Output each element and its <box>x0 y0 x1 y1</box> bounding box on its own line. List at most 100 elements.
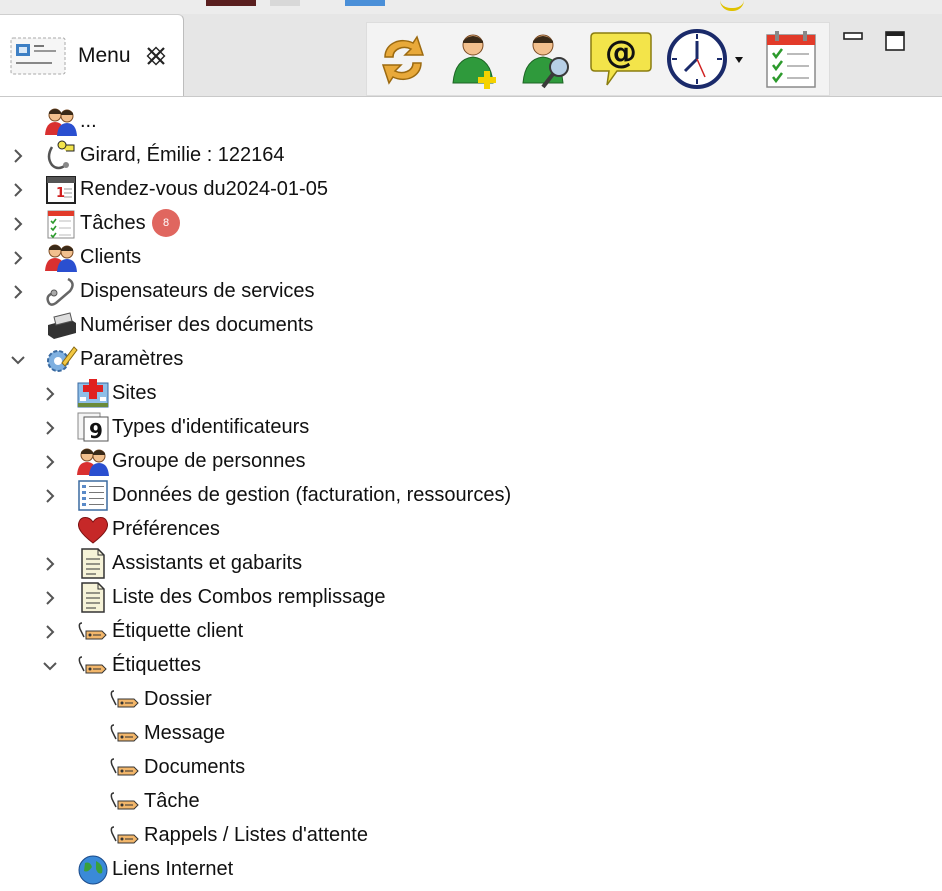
chevron-down-icon[interactable] <box>42 657 58 673</box>
tree-item-label: Étiquettes <box>112 654 201 676</box>
card-icon <box>10 36 66 76</box>
tree-item-r8[interactable]: Sites <box>0 376 942 410</box>
add-user-icon <box>452 34 496 89</box>
tree-item-r18[interactable]: Message <box>0 716 942 750</box>
chevron-down-icon <box>735 57 743 63</box>
tree-item-label: Clients <box>80 246 142 268</box>
tree-item-r0[interactable]: ... <box>0 104 942 138</box>
tree-item-label: Rappels / Listes d'attente <box>144 824 368 846</box>
list-document-icon <box>76 479 110 511</box>
top-fragment <box>206 0 256 6</box>
top-fragment <box>345 0 385 6</box>
tree-item-r11[interactable]: Données de gestion (facturation, ressour… <box>0 478 942 512</box>
stethoscope-key-icon <box>44 139 78 171</box>
add-user-button[interactable] <box>443 27 507 91</box>
chevron-right-icon[interactable] <box>42 555 58 571</box>
top-fragment <box>270 0 300 6</box>
refresh-button[interactable] <box>371 27 435 91</box>
stethoscope-icon <box>44 275 78 307</box>
chevron-right-icon[interactable] <box>42 419 58 435</box>
tree-item-r13[interactable]: Assistants et gabarits <box>0 546 942 580</box>
hospital-icon <box>76 377 110 409</box>
tree-item-r14[interactable]: Liste des Combos remplissage <box>0 580 942 614</box>
tag-icon <box>108 683 142 715</box>
globe-icon <box>76 853 110 885</box>
tree-item-r17[interactable]: Dossier <box>0 682 942 716</box>
chevron-right-icon[interactable] <box>10 215 26 231</box>
search-user-icon <box>522 34 569 89</box>
chevron-right-icon[interactable] <box>42 453 58 469</box>
chevron-down-icon[interactable] <box>10 351 26 367</box>
toolbar: @ <box>366 22 830 96</box>
svg-text:@: @ <box>605 33 637 71</box>
tree-item-label: Tâche <box>144 790 200 812</box>
tree-item-r22[interactable]: Liens Internet <box>0 852 942 886</box>
tree-item-r9[interactable]: 9 Types d'identificateurs <box>0 410 942 444</box>
chevron-right-icon[interactable] <box>10 181 26 197</box>
maximize-icon <box>885 31 905 51</box>
tree-item-label: Dossier <box>144 688 212 710</box>
refresh-icon <box>381 35 425 85</box>
tree-item-r5[interactable]: Dispensateurs de services <box>0 274 942 308</box>
tab-menu[interactable]: Menu <box>0 14 184 96</box>
tree-item-label: Dispensateurs de services <box>80 280 315 302</box>
minimize-icon <box>843 32 863 40</box>
tree-item-label: Étiquette client <box>112 620 244 642</box>
task-calendar-icon <box>766 31 816 88</box>
chevron-right-icon[interactable] <box>42 589 58 605</box>
people-icon <box>44 105 78 137</box>
tag-icon <box>76 615 110 647</box>
svg-text:1: 1 <box>56 186 65 201</box>
tree-item-r16[interactable]: Étiquettes <box>0 648 942 682</box>
heart-icon <box>76 513 110 545</box>
tag-icon <box>108 751 142 783</box>
id-number-icon: 9 <box>76 411 110 443</box>
tree-item-r20[interactable]: Tâche <box>0 784 942 818</box>
tree-item-label: Numériser des documents <box>80 314 314 336</box>
chevron-right-icon[interactable] <box>42 623 58 639</box>
tree-item-label: Documents <box>144 756 246 778</box>
tree-item-r7[interactable]: Paramètres <box>0 342 942 376</box>
tree-item-label: Assistants et gabarits <box>112 552 303 574</box>
svg-text:9: 9 <box>89 419 103 443</box>
at-sign-icon: @ <box>590 32 652 86</box>
tree-item-r10[interactable]: Groupe de personnes <box>0 444 942 478</box>
tree-item-r2[interactable]: 1 Rendez-vous du2024-01-05 <box>0 172 942 206</box>
search-user-button[interactable] <box>515 27 579 91</box>
chevron-right-icon[interactable] <box>10 147 26 163</box>
people-icon <box>44 241 78 273</box>
tree-item-r19[interactable]: Documents <box>0 750 942 784</box>
tree-item-label: Groupe de personnes <box>112 450 306 472</box>
tree-item-r6[interactable]: Numériser des documents <box>0 308 942 342</box>
chevron-right-icon[interactable] <box>42 487 58 503</box>
chevron-right-icon[interactable] <box>10 283 26 299</box>
tree-item-label: Paramètres <box>80 348 184 370</box>
maximize-button[interactable] <box>884 30 906 52</box>
clock-dropdown-button[interactable] <box>665 27 749 91</box>
tag-icon <box>108 717 142 749</box>
tree-item-r21[interactable]: Rappels / Listes d'attente <box>0 818 942 852</box>
document-icon <box>76 581 110 613</box>
tab-label: Menu <box>78 43 131 67</box>
chevron-right-icon[interactable] <box>42 385 58 401</box>
tree-item-label: Données de gestion (facturation, ressour… <box>112 484 512 506</box>
task-list-icon <box>44 207 78 239</box>
tree-item-r15[interactable]: Étiquette client <box>0 614 942 648</box>
tree-item-label: Types d'identificateurs <box>112 416 310 438</box>
tree-item-label: Message <box>144 722 226 744</box>
tag-icon <box>108 785 142 817</box>
tree-item-r12[interactable]: Préférences <box>0 512 942 546</box>
minimize-button[interactable] <box>842 30 864 52</box>
tree-item-r4[interactable]: Clients <box>0 240 942 274</box>
tree-item-r3[interactable]: Tâches 8 <box>0 206 942 240</box>
document-icon <box>76 547 110 579</box>
tree-item-label: Tâches <box>80 212 146 234</box>
close-icon[interactable] <box>145 45 167 67</box>
tasks-calendar-button[interactable] <box>761 27 821 91</box>
calendar-day-icon: 1 <box>44 173 78 205</box>
email-button[interactable]: @ <box>587 27 655 91</box>
tree-item-r1[interactable]: Girard, Émilie : 122164 <box>0 138 942 172</box>
tag-icon <box>108 819 142 851</box>
count-badge: 8 <box>152 209 180 237</box>
chevron-right-icon[interactable] <box>10 249 26 265</box>
